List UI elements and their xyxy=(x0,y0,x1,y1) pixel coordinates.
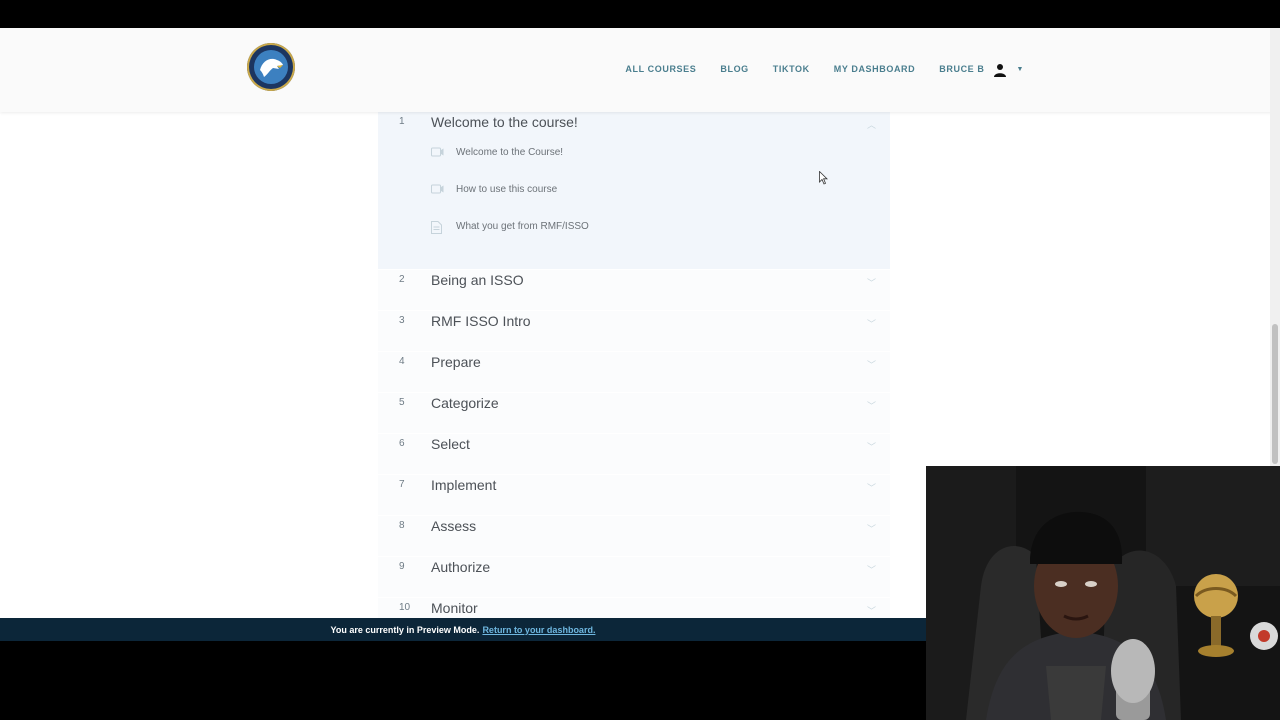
section-header[interactable]: 7 Implement ﹀ xyxy=(378,475,890,515)
section-header[interactable]: 6 Select ﹀ xyxy=(378,434,890,474)
chevron-down-icon: ﹀ xyxy=(866,401,876,411)
section-number: 8 xyxy=(399,520,405,531)
section-number: 5 xyxy=(399,397,405,408)
webcam-presenter-image xyxy=(926,466,1280,720)
scrollbar-thumb[interactable] xyxy=(1272,324,1278,464)
chevron-down-icon: ﹀ xyxy=(866,483,876,493)
section-title: Welcome to the course! xyxy=(431,114,578,130)
nav-all-courses[interactable]: ALL COURSES xyxy=(625,64,696,74)
lesson-title: How to use this course xyxy=(456,184,558,195)
section-header[interactable]: 2 Being an ISSO ﹀ xyxy=(378,270,890,310)
section-number: 1 xyxy=(399,116,405,127)
section-number: 7 xyxy=(399,479,405,490)
section-number: 3 xyxy=(399,315,405,326)
section-title: Authorize xyxy=(431,559,491,575)
section-title: Being an ISSO xyxy=(431,272,524,288)
chevron-down-icon: ﹀ xyxy=(866,360,876,370)
section-title: RMF ISSO Intro xyxy=(431,313,531,329)
page-scrollbar[interactable] xyxy=(1270,28,1280,466)
section-header[interactable]: 8 Assess ﹀ xyxy=(378,516,890,556)
section-number: 6 xyxy=(399,438,405,449)
top-letterbox xyxy=(0,0,1280,28)
video-icon xyxy=(431,147,444,157)
section-title: Prepare xyxy=(431,354,481,370)
course-curriculum: 1 Welcome to the course! ︿ Welcome to th… xyxy=(378,112,890,618)
section-8[interactable]: 8 Assess ﹀ xyxy=(378,516,890,557)
section-header[interactable]: 5 Categorize ﹀ xyxy=(378,393,890,433)
lesson-title: Welcome to the Course! xyxy=(456,147,564,158)
chevron-up-icon: ︿ xyxy=(866,120,876,130)
chevron-down-icon: ﹀ xyxy=(866,565,876,575)
user-name: BRUCE B xyxy=(939,64,985,74)
lesson-item[interactable]: Welcome to the Course! xyxy=(378,144,890,181)
video-icon xyxy=(431,184,444,194)
chevron-down-icon: ﹀ xyxy=(866,319,876,329)
nav-tiktok[interactable]: TIKTOK xyxy=(773,64,810,74)
user-menu[interactable]: BRUCE B ▼ xyxy=(939,61,1024,77)
return-to-dashboard-link[interactable]: Return to your dashboard. xyxy=(482,625,595,635)
lesson-item[interactable]: What you get from RMF/ISSO xyxy=(378,218,890,255)
eagle-head-icon xyxy=(260,58,283,77)
section-3[interactable]: 3 RMF ISSO Intro ﹀ xyxy=(378,311,890,352)
document-icon xyxy=(431,221,444,234)
section-title: Monitor xyxy=(431,600,478,616)
section-header[interactable]: 4 Prepare ﹀ xyxy=(378,352,890,392)
section-title: Categorize xyxy=(431,395,499,411)
section-6[interactable]: 6 Select ﹀ xyxy=(378,434,890,475)
section-4[interactable]: 4 Prepare ﹀ xyxy=(378,352,890,393)
section-5[interactable]: 5 Categorize ﹀ xyxy=(378,393,890,434)
section-title: Implement xyxy=(431,477,497,493)
user-avatar-icon xyxy=(992,61,1008,77)
section-7[interactable]: 7 Implement ﹀ xyxy=(378,475,890,516)
section-10[interactable]: 10 Monitor ﹀ xyxy=(378,598,890,618)
preview-mode-bar: You are currently in Preview Mode. Retur… xyxy=(0,618,926,641)
lesson-list: Welcome to the Course! How to use this c… xyxy=(378,142,890,269)
caret-down-icon: ▼ xyxy=(1016,65,1024,73)
section-1: 1 Welcome to the course! ︿ Welcome to th… xyxy=(378,112,890,270)
lesson-title: What you get from RMF/ISSO xyxy=(456,221,589,232)
webcam-overlay xyxy=(926,466,1280,720)
section-header[interactable]: 10 Monitor ﹀ xyxy=(378,598,890,618)
main-nav: ALL COURSES BLOG TIKTOK MY DASHBOARD BRU… xyxy=(625,61,1024,77)
section-number: 4 xyxy=(399,356,405,367)
section-number: 2 xyxy=(399,274,405,285)
eagle-logo-icon[interactable] xyxy=(247,43,295,91)
lesson-item[interactable]: How to use this course xyxy=(378,181,890,218)
section-9[interactable]: 9 Authorize ﹀ xyxy=(378,557,890,598)
chevron-down-icon: ﹀ xyxy=(866,442,876,452)
section-number: 10 xyxy=(399,602,411,613)
chevron-down-icon: ﹀ xyxy=(866,524,876,534)
section-2[interactable]: 2 Being an ISSO ﹀ xyxy=(378,270,890,311)
section-header[interactable]: 3 RMF ISSO Intro ﹀ xyxy=(378,311,890,351)
site-header: ALL COURSES BLOG TIKTOK MY DASHBOARD BRU… xyxy=(0,28,1280,112)
preview-message: You are currently in Preview Mode. xyxy=(330,624,480,635)
chevron-down-icon: ﹀ xyxy=(866,278,876,288)
section-title: Select xyxy=(431,436,470,452)
section-header[interactable]: 1 Welcome to the course! ︿ xyxy=(378,112,890,142)
chevron-down-icon: ﹀ xyxy=(866,606,876,616)
section-number: 9 xyxy=(399,561,405,572)
nav-my-dashboard[interactable]: MY DASHBOARD xyxy=(834,64,916,74)
nav-blog[interactable]: BLOG xyxy=(720,64,748,74)
section-title: Assess xyxy=(431,518,477,534)
section-header[interactable]: 9 Authorize ﹀ xyxy=(378,557,890,597)
